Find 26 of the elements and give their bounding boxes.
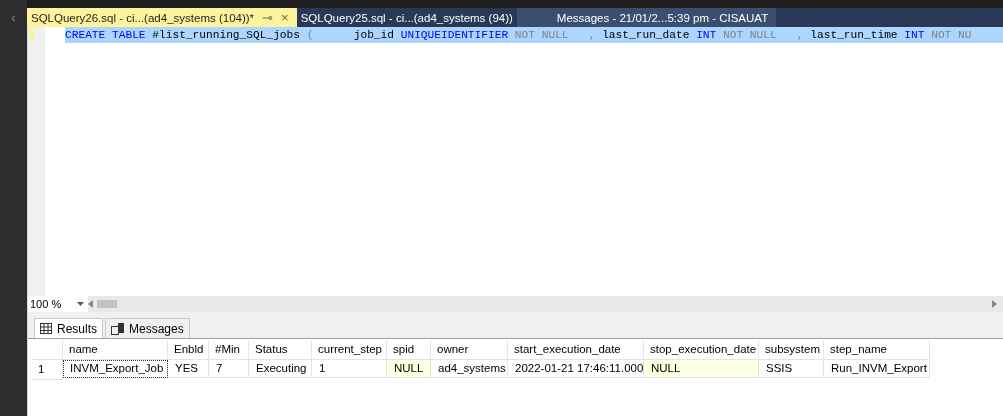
table-cell: YES [168,360,209,378]
table-cell: NULL [387,360,431,378]
change-marker [30,27,34,43]
grid-icon [40,323,52,334]
table-cell: NULL [644,360,759,378]
table-cell: ad4_systems [431,360,508,378]
table-cell: 7 [209,360,249,378]
collapse-chevron[interactable]: ‹ [11,10,16,25]
scrollbar-thumb[interactable] [97,300,117,308]
table-cell: 1 [312,360,387,378]
close-icon[interactable]: × [281,10,289,25]
scroll-right-icon[interactable] [992,300,997,308]
document-tab[interactable]: Messages - 21/01/2...5:39 pm - CISAUAT [516,8,777,27]
table-cell: SSIS [759,360,824,378]
document-tab[interactable]: SQLQuery25.sql - ci...(ad4_systems (94)) [296,8,517,27]
table-cell: Run_INVM_Export [824,360,930,378]
table-cell: Executing [249,360,312,378]
document-tab[interactable]: SQLQuery26.sql - ci...(ad4_systems (104))* ⊸ × [27,8,297,27]
table-cell: 2022-01-21 17:46:11.000 [508,360,644,378]
message-icon [111,322,124,335]
pin-icon[interactable]: ⊸ [262,10,274,25]
caret-icon[interactable] [77,302,84,306]
results-tab[interactable]: Results [34,318,103,338]
results-tab[interactable]: Messages [105,318,190,338]
zoom-dropdown[interactable]: 100 % [28,296,88,312]
table-cell: INVM_Export_Job [63,360,168,378]
